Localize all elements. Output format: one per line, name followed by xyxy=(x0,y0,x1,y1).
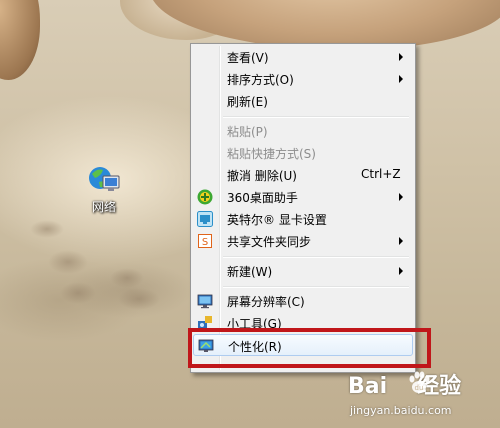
svg-text:S: S xyxy=(202,237,208,248)
rock-left xyxy=(0,0,40,80)
menu-item-label: 刷新(E) xyxy=(227,95,268,109)
watermark-brand: Bai xyxy=(348,374,388,399)
watermark-url: jingyan.baidu.com xyxy=(350,404,452,417)
footprint xyxy=(60,282,96,304)
menu-separator xyxy=(223,286,409,288)
menu-item-label: 撤消 删除(U) xyxy=(227,169,297,183)
menu-item-360-assistant[interactable]: 360桌面助手 xyxy=(193,186,413,208)
submenu-arrow-icon xyxy=(399,53,403,61)
desktop-icon-network[interactable]: 网络 xyxy=(80,164,128,215)
desktop-context-menu: 查看(V) 排序方式(O) 刷新(E) 粘贴(P) 粘贴快捷方式(S) 撤消 删… xyxy=(190,43,416,373)
menu-item-folder-sync[interactable]: S 共享文件夹同步 xyxy=(193,230,413,252)
folder-sync-icon: S xyxy=(197,233,213,249)
footprint xyxy=(48,250,88,274)
network-icon xyxy=(87,164,121,196)
submenu-arrow-icon xyxy=(399,267,403,275)
menu-item-label: 粘贴(P) xyxy=(227,125,268,139)
menu-item-new[interactable]: 新建(W) xyxy=(193,260,413,282)
footprint xyxy=(118,288,160,310)
menu-item-label: 查看(V) xyxy=(227,51,269,65)
submenu-arrow-icon xyxy=(399,237,403,245)
submenu-arrow-icon xyxy=(399,193,403,201)
baidu-paw-icon: du xyxy=(406,370,432,396)
menu-item-paste-shortcut[interactable]: 粘贴快捷方式(S) xyxy=(193,142,413,164)
menu-item-label: 排序方式(O) xyxy=(227,73,294,87)
menu-item-view[interactable]: 查看(V) xyxy=(193,46,413,68)
menu-item-label: 新建(W) xyxy=(227,265,273,279)
menu-item-sort-by[interactable]: 排序方式(O) xyxy=(193,68,413,90)
svg-text:du: du xyxy=(415,384,424,392)
menu-item-label: 屏幕分辨率(C) xyxy=(227,295,305,309)
menu-separator xyxy=(223,116,409,118)
footprint xyxy=(30,220,64,238)
menu-item-refresh[interactable]: 刷新(E) xyxy=(193,90,413,112)
footprint xyxy=(110,268,144,288)
watermark-logo: Bai 经验 xyxy=(348,368,461,400)
baidu-jingyan-watermark: Bai 经验 du jingyan.baidu.com xyxy=(348,368,498,426)
menu-item-label: 粘贴快捷方式(S) xyxy=(227,147,316,161)
highlight-annotation-box xyxy=(188,328,431,368)
menu-item-intel-graphics[interactable]: 英特尔® 显卡设置 xyxy=(193,208,413,230)
intel-graphics-icon xyxy=(197,211,213,227)
360-assistant-icon xyxy=(197,189,213,205)
submenu-arrow-icon xyxy=(399,75,403,83)
menu-item-undo-delete[interactable]: 撤消 删除(U) Ctrl+Z xyxy=(193,164,413,186)
desktop-background[interactable]: 网络 查看(V) 排序方式(O) 刷新(E) 粘贴(P) 粘贴快捷方式(S) 撤… xyxy=(0,0,500,428)
menu-item-label: 英特尔® 显卡设置 xyxy=(227,213,327,227)
menu-separator xyxy=(223,256,409,258)
menu-item-paste[interactable]: 粘贴(P) xyxy=(193,120,413,142)
display-resolution-icon xyxy=(197,293,213,309)
desktop-icon-label: 网络 xyxy=(91,200,116,214)
menu-item-label: 360桌面助手 xyxy=(227,191,298,205)
menu-item-shortcut: Ctrl+Z xyxy=(361,167,401,181)
menu-item-screen-resolution[interactable]: 屏幕分辨率(C) xyxy=(193,290,413,312)
menu-item-label: 共享文件夹同步 xyxy=(227,235,312,249)
